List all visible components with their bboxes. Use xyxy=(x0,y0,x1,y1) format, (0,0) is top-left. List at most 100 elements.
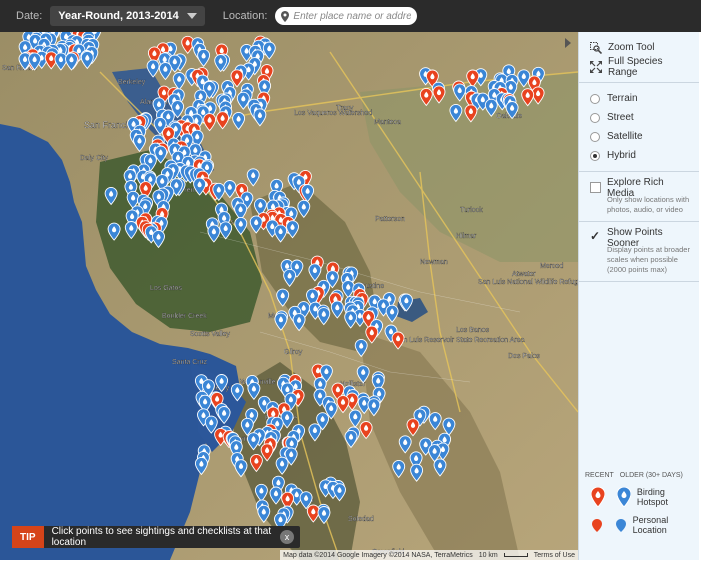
older-hotspot-pin-icon[interactable] xyxy=(275,456,289,475)
recent-hotspot-pin-icon[interactable] xyxy=(336,395,350,414)
map-type-street[interactable]: Street xyxy=(590,108,691,127)
recent-hotspot-pin-icon[interactable] xyxy=(464,104,478,123)
older-hotspot-pin-icon[interactable] xyxy=(348,409,362,428)
older-hotspot-pin-icon[interactable] xyxy=(254,483,268,502)
recent-hotspot-pin-icon[interactable] xyxy=(432,85,446,104)
recent-hotspot-pin-icon[interactable] xyxy=(359,421,373,440)
older-hotspot-pin-icon[interactable] xyxy=(194,456,208,476)
older-hotspot-pin-icon[interactable] xyxy=(274,312,288,331)
map-type-hybrid[interactable]: Hybrid xyxy=(590,146,691,165)
older-hotspot-pin-icon[interactable] xyxy=(257,504,271,523)
older-hotspot-pin-icon[interactable] xyxy=(333,483,346,502)
older-hotspot-pin-icon[interactable] xyxy=(392,459,406,479)
older-hotspot-pin-icon[interactable] xyxy=(234,216,248,236)
older-hotspot-pin-icon[interactable] xyxy=(104,186,118,206)
older-hotspot-pin-icon[interactable] xyxy=(246,168,260,187)
older-hotspot-pin-icon[interactable] xyxy=(172,72,186,91)
close-icon[interactable]: x xyxy=(280,530,294,544)
older-hotspot-pin-icon[interactable] xyxy=(197,48,211,67)
recent-hotspot-pin-icon[interactable] xyxy=(406,418,420,437)
recent-hotspot-pin-icon[interactable] xyxy=(521,88,535,107)
terms-link[interactable]: Terms of Use xyxy=(534,552,575,559)
older-hotspot-pin-icon[interactable] xyxy=(399,293,413,312)
older-hotspot-pin-icon[interactable] xyxy=(433,458,447,477)
older-hotspot-pin-icon[interactable] xyxy=(158,62,172,81)
recent-hotspot-pin-icon[interactable] xyxy=(419,87,433,107)
location-search-box[interactable] xyxy=(275,7,418,25)
older-hotspot-pin-icon[interactable] xyxy=(54,52,68,71)
map-type-satellite[interactable]: Satellite xyxy=(590,127,691,146)
older-hotspot-pin-icon[interactable] xyxy=(442,417,456,436)
older-hotspot-pin-icon[interactable] xyxy=(308,263,322,282)
older-hotspot-pin-icon[interactable] xyxy=(449,103,463,123)
points-sooner-checkbox[interactable] xyxy=(590,229,601,243)
older-hotspot-pin-icon[interactable] xyxy=(274,224,288,243)
collapse-panel-arrow-icon[interactable] xyxy=(562,36,574,50)
older-hotspot-pin-icon[interactable] xyxy=(308,423,322,442)
older-hotspot-pin-icon[interactable] xyxy=(428,412,442,431)
older-hotspot-pin-icon[interactable] xyxy=(269,486,283,505)
tip-banner: TIP Click points to see sightings and ch… xyxy=(12,526,300,548)
older-hotspot-pin-icon[interactable] xyxy=(292,313,306,332)
map-place-label: Scotts Valley xyxy=(190,331,230,338)
map-type-radio[interactable] xyxy=(590,131,600,142)
older-hotspot-pin-icon[interactable] xyxy=(283,268,297,287)
older-hotspot-pin-icon[interactable] xyxy=(249,215,263,234)
older-hotspot-pin-icon[interactable] xyxy=(367,398,381,417)
older-hotspot-pin-icon[interactable] xyxy=(223,180,237,199)
older-hotspot-pin-icon[interactable] xyxy=(385,304,399,323)
recent-hotspot-pin-icon[interactable] xyxy=(249,453,263,473)
older-hotspot-pin-icon[interactable] xyxy=(236,91,250,110)
older-hotspot-pin-icon[interactable] xyxy=(297,199,311,218)
recent-hotspot-pin-icon[interactable] xyxy=(260,443,274,462)
map-type-radio[interactable] xyxy=(590,150,600,161)
older-hotspot-pin-icon[interactable] xyxy=(330,300,344,319)
recent-hotspot-pin-icon[interactable] xyxy=(365,325,379,344)
older-hotspot-pin-icon[interactable] xyxy=(344,429,358,449)
older-hotspot-pin-icon[interactable] xyxy=(354,338,368,358)
older-hotspot-pin-icon[interactable] xyxy=(234,459,248,478)
older-hotspot-pin-icon[interactable] xyxy=(276,288,290,307)
older-hotspot-pin-icon[interactable] xyxy=(232,111,246,131)
older-hotspot-pin-icon[interactable] xyxy=(230,383,244,402)
recent-hotspot-pin-icon[interactable] xyxy=(306,504,320,523)
older-hotspot-pin-icon[interactable] xyxy=(286,220,299,239)
recent-hotspot-pin-icon[interactable] xyxy=(391,331,405,350)
older-hotspot-pin-icon[interactable] xyxy=(124,221,138,240)
older-hotspot-pin-icon[interactable] xyxy=(344,310,358,329)
older-hotspot-pin-icon[interactable] xyxy=(107,222,121,241)
older-hotspot-pin-icon[interactable] xyxy=(247,432,260,451)
map-type-terrain[interactable]: Terrain xyxy=(590,89,691,108)
recent-hotspot-pin-icon[interactable] xyxy=(216,111,230,130)
older-hotspot-pin-icon[interactable] xyxy=(247,381,261,400)
older-hotspot-pin-icon[interactable] xyxy=(146,59,160,78)
map-canvas[interactable]: San RafaelBerkeleyAlamedaSan FranciscoDa… xyxy=(0,32,578,560)
older-hotspot-pin-icon[interactable] xyxy=(317,307,331,326)
older-hotspot-pin-icon[interactable] xyxy=(262,41,276,60)
zoom-tool-button[interactable]: Zoom Tool xyxy=(590,38,691,57)
older-hotspot-pin-icon[interactable] xyxy=(152,229,165,249)
older-hotspot-pin-icon[interactable] xyxy=(253,108,267,127)
legend-recent-label: RECENT xyxy=(585,472,614,479)
older-hotspot-pin-icon[interactable] xyxy=(207,224,221,243)
older-hotspot-pin-icon[interactable] xyxy=(517,69,531,88)
full-species-range-button[interactable]: Full Species Range xyxy=(590,56,691,78)
pin-layer[interactable]: San RafaelBerkeleyAlamedaSan FranciscoDa… xyxy=(0,32,578,560)
rich-media-checkbox[interactable] xyxy=(590,182,601,193)
older-hotspot-pin-icon[interactable] xyxy=(410,463,424,482)
older-hotspot-pin-icon[interactable] xyxy=(217,406,231,425)
older-hotspot-pin-icon[interactable] xyxy=(133,133,146,152)
date-range-dropdown[interactable]: Year-Round, 2013-2014 xyxy=(50,6,205,26)
older-hotspot-pin-icon[interactable] xyxy=(80,50,94,70)
recent-hotspot-pin-icon[interactable] xyxy=(466,69,480,88)
older-hotspot-pin-icon[interactable] xyxy=(317,506,331,525)
recent-hotspot-pin-icon[interactable] xyxy=(203,113,217,132)
older-hotspot-pin-icon[interactable] xyxy=(453,83,467,102)
older-hotspot-pin-icon[interactable] xyxy=(219,221,233,240)
older-hotspot-pin-icon[interactable] xyxy=(65,52,78,71)
map-place-label: Turlock xyxy=(460,207,483,214)
map-type-radio[interactable] xyxy=(590,112,600,123)
map-type-radio[interactable] xyxy=(590,93,600,104)
location-input[interactable] xyxy=(293,10,412,22)
older-hotspot-pin-icon[interactable] xyxy=(398,435,412,454)
